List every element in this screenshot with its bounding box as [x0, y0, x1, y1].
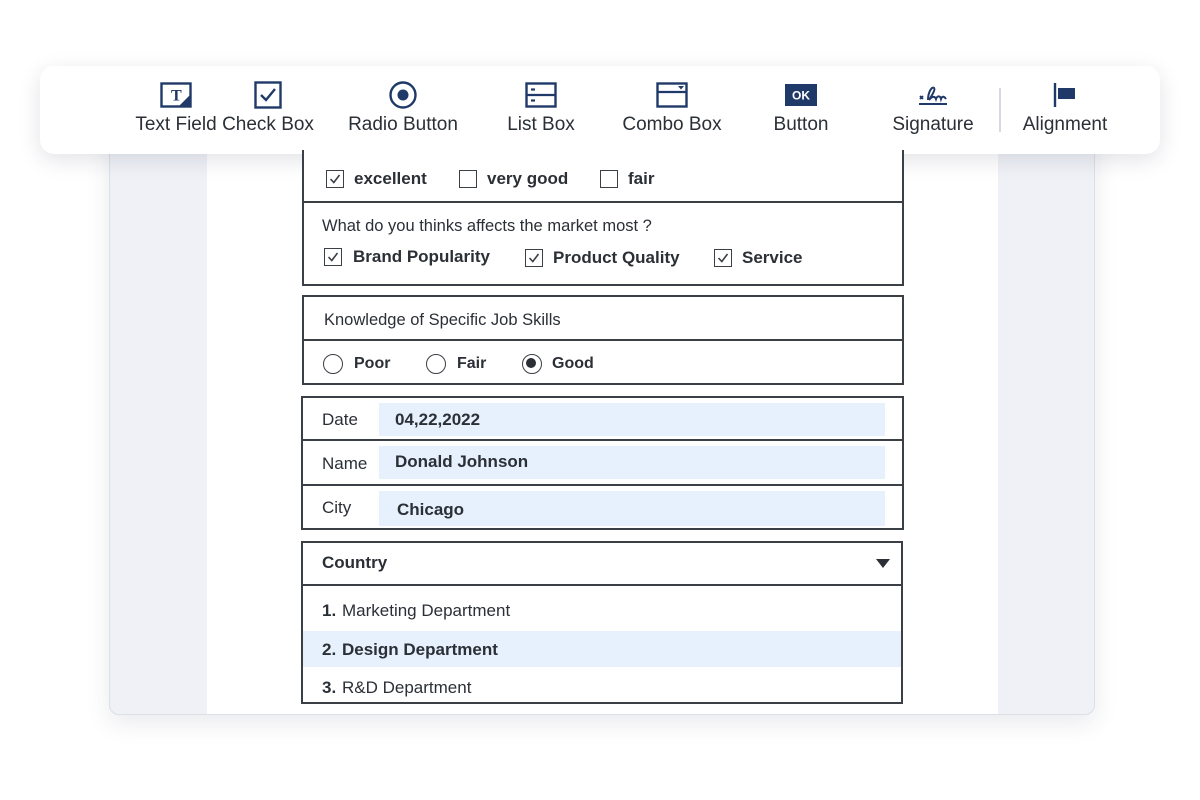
city-value: Chicago: [397, 500, 465, 519]
date-value: 04,22,2022: [395, 410, 481, 429]
toolbar-separator: [999, 88, 1001, 132]
radio-label: Fair: [457, 355, 487, 372]
checkbox-label: Product Quality: [553, 248, 680, 267]
checkbox-label: very good: [487, 169, 569, 188]
market-question: What do you thinks affects the market mo…: [322, 217, 652, 235]
checkbox-brand-popularity[interactable]: [324, 248, 342, 266]
list-item-text: Marketing Department: [342, 601, 511, 620]
radio-button-icon: [386, 80, 420, 110]
chevron-down-icon: [876, 559, 890, 568]
signature-icon: [916, 80, 950, 110]
tool-label: Signature: [892, 114, 974, 135]
country-label: Country: [322, 553, 388, 572]
radio-label: Poor: [354, 355, 391, 372]
checkbox-label: excellent: [354, 169, 427, 188]
radio-fair[interactable]: [426, 354, 446, 374]
list-box-icon: [524, 80, 558, 110]
skills-title: Knowledge of Specific Job Skills: [324, 311, 561, 329]
divider: [303, 584, 901, 586]
radio-poor[interactable]: [323, 354, 343, 374]
tool-check-box[interactable]: Check Box: [212, 66, 324, 154]
city-label: City: [322, 498, 352, 517]
tool-radio-button[interactable]: Radio Button: [335, 66, 471, 154]
tool-label: Alignment: [1022, 114, 1108, 135]
divider: [304, 201, 902, 203]
form-toolbar: T Text Field Check Box Radio Button List…: [40, 66, 1160, 154]
checkbox-product-quality[interactable]: [525, 249, 543, 267]
date-field[interactable]: 04,22,2022: [379, 403, 885, 436]
list-item[interactable]: 1. Marketing Department: [303, 591, 901, 629]
tool-signature[interactable]: Signature: [873, 66, 993, 154]
button-ok-icon-text: OK: [792, 89, 810, 103]
name-label: Name: [322, 454, 368, 473]
list-item-selected[interactable]: 2. Design Department: [303, 631, 901, 667]
alignment-icon: [1048, 80, 1082, 110]
divider: [303, 484, 902, 486]
tool-alignment[interactable]: Alignment: [1008, 66, 1122, 154]
checkbox-label: fair: [628, 169, 655, 188]
date-label: Date: [322, 410, 358, 429]
checkbox-fair[interactable]: [600, 170, 618, 188]
tool-label: Check Box: [222, 114, 314, 135]
list-item-number: 1.: [322, 601, 337, 620]
text-field-icon-letter: T: [171, 88, 182, 105]
survey-box: excellent very good fair What do you thi…: [302, 150, 904, 286]
tool-button[interactable]: OK Button: [745, 66, 857, 154]
list-item-text: Design Department: [342, 640, 498, 659]
checkbox-label: Service: [742, 248, 803, 267]
skills-box: Knowledge of Specific Job Skills Poor Fa…: [302, 295, 904, 385]
name-field[interactable]: Donald Johnson: [379, 446, 885, 479]
list-item-number: 2.: [322, 640, 337, 659]
tool-combo-box[interactable]: Combo Box: [612, 66, 732, 154]
info-box: Date 04,22,2022 Name Donald Johnson City…: [301, 396, 904, 530]
tool-label: Radio Button: [348, 114, 458, 135]
tool-label: Combo Box: [622, 114, 722, 135]
check-box-icon: [251, 80, 285, 110]
divider: [303, 439, 902, 441]
country-box: Country 1. Marketing Department 2. Desig…: [301, 541, 903, 704]
tool-label: List Box: [507, 114, 575, 135]
checkbox-label: Brand Popularity: [353, 247, 490, 266]
list-item-number: 3.: [322, 678, 337, 697]
radio-selected-dot: [526, 358, 537, 369]
text-field-icon: T: [159, 80, 193, 110]
radio-label: Good: [552, 355, 594, 372]
tool-label: Text Field: [135, 114, 217, 135]
radio-good[interactable]: [522, 354, 542, 374]
checkbox-service[interactable]: [714, 249, 732, 267]
name-value: Donald Johnson: [395, 452, 529, 471]
button-ok-icon: OK: [784, 80, 818, 110]
checkbox-very-good[interactable]: [459, 170, 477, 188]
list-item-text: R&D Department: [342, 678, 472, 697]
tool-label: Button: [773, 114, 829, 135]
divider: [304, 339, 902, 341]
list-item[interactable]: 3. R&D Department: [303, 669, 901, 703]
city-field[interactable]: Chicago: [379, 491, 885, 526]
country-dropdown[interactable]: Country: [303, 543, 901, 584]
tool-list-box[interactable]: List Box: [485, 66, 597, 154]
checkbox-excellent[interactable]: [326, 170, 344, 188]
combo-box-icon: [655, 80, 689, 110]
